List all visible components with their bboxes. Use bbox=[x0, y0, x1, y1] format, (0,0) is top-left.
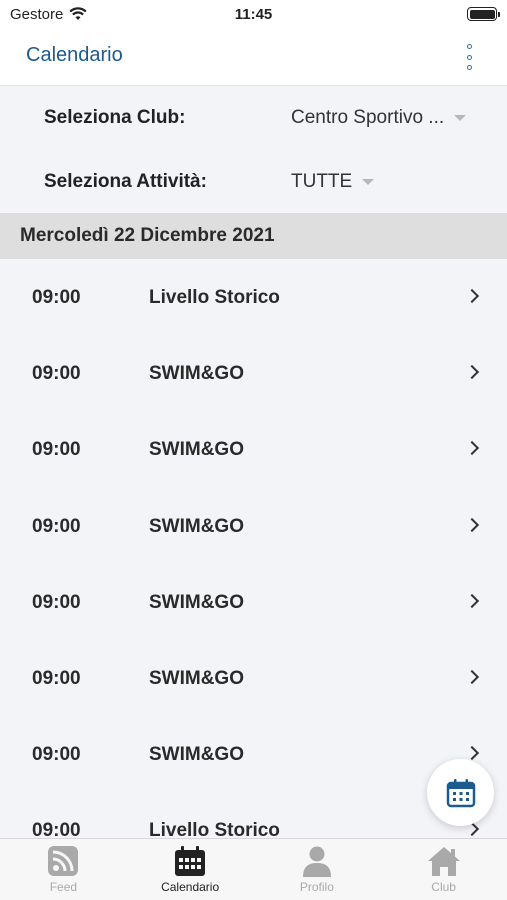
chevron-right-icon bbox=[464, 441, 480, 456]
schedule-row[interactable]: 09:00 SWIM&GO bbox=[0, 411, 507, 487]
chevron-right-icon bbox=[464, 746, 480, 761]
tab-bar: Feed Calendario Profilo Club bbox=[0, 838, 507, 900]
user-icon bbox=[302, 846, 331, 877]
row-activity-name: Livello Storico bbox=[149, 287, 280, 308]
nav-bar: Calendario bbox=[0, 28, 507, 86]
calendar-icon bbox=[446, 778, 475, 807]
row-time: 09:00 bbox=[32, 667, 81, 689]
activity-select[interactable]: TUTTE bbox=[291, 171, 375, 193]
tab-feed-label: Feed bbox=[49, 880, 78, 894]
date-header: Mercoledì 22 Dicembre 2021 bbox=[0, 213, 507, 259]
row-time: 09:00 bbox=[32, 287, 81, 308]
row-time: 09:00 bbox=[32, 744, 81, 766]
battery-icon bbox=[467, 7, 500, 21]
status-bar: Gestore 11:45 bbox=[0, 0, 507, 28]
tab-calendario-label: Calendario bbox=[161, 880, 220, 894]
caret-down-icon bbox=[362, 179, 375, 185]
row-activity-name: SWIM&GO bbox=[149, 515, 244, 537]
row-activity-name: SWIM&GO bbox=[149, 439, 244, 461]
tab-calendario[interactable]: Calendario bbox=[127, 839, 254, 900]
club-select[interactable]: Centro Sportivo ... bbox=[291, 107, 467, 129]
wifi-icon bbox=[69, 7, 87, 20]
club-filter-row: Seleziona Club: Centro Sportivo ... bbox=[0, 87, 507, 149]
tab-profilo-label: Profilo bbox=[299, 880, 334, 894]
activity-filter-label: Seleziona Attività: bbox=[44, 171, 207, 192]
carrier-label: Gestore bbox=[10, 5, 64, 23]
row-activity-name: SWIM&GO bbox=[149, 744, 244, 766]
club-filter-label: Seleziona Club: bbox=[44, 107, 186, 128]
page-title: Calendario bbox=[26, 44, 123, 66]
home-icon bbox=[427, 847, 460, 876]
tab-club-label: Club bbox=[431, 880, 456, 894]
activity-select-value: TUTTE bbox=[291, 171, 353, 192]
row-time: 09:00 bbox=[32, 515, 81, 537]
chevron-right-icon bbox=[464, 517, 480, 532]
chevron-right-icon bbox=[464, 288, 480, 304]
row-time: 09:00 bbox=[32, 363, 81, 385]
schedule-row[interactable]: 09:00 SWIM&GO bbox=[0, 564, 507, 640]
schedule-row[interactable]: 09:00 SWIM&GO bbox=[0, 640, 507, 716]
status-left: Gestore bbox=[10, 6, 190, 23]
caret-down-icon bbox=[454, 115, 467, 121]
row-time: 09:00 bbox=[32, 439, 81, 461]
tab-profilo[interactable]: Profilo bbox=[254, 839, 381, 900]
tab-club[interactable]: Club bbox=[380, 839, 507, 900]
row-time: 09:00 bbox=[32, 591, 81, 613]
chevron-right-icon bbox=[464, 593, 480, 608]
calendar-fab-button[interactable] bbox=[427, 759, 494, 826]
calendar-icon bbox=[175, 846, 206, 876]
chevron-right-icon bbox=[464, 669, 480, 685]
chevron-right-icon bbox=[464, 365, 480, 380]
schedule-row[interactable]: 09:00 SWIM&GO bbox=[0, 335, 507, 411]
more-vertical-icon[interactable] bbox=[463, 42, 475, 72]
schedule-row[interactable]: 09:00 Livello Storico bbox=[0, 259, 507, 335]
activity-filter-row: Seleziona Attività: TUTTE bbox=[0, 151, 507, 213]
row-activity-name: SWIM&GO bbox=[149, 667, 244, 689]
row-activity-name: SWIM&GO bbox=[149, 363, 244, 385]
row-activity-name: SWIM&GO bbox=[149, 591, 244, 613]
tab-feed[interactable]: Feed bbox=[0, 839, 127, 900]
club-select-value: Centro Sportivo ... bbox=[291, 107, 445, 128]
schedule-row[interactable]: 09:00 SWIM&GO bbox=[0, 488, 507, 564]
rss-feed-icon bbox=[48, 846, 79, 876]
